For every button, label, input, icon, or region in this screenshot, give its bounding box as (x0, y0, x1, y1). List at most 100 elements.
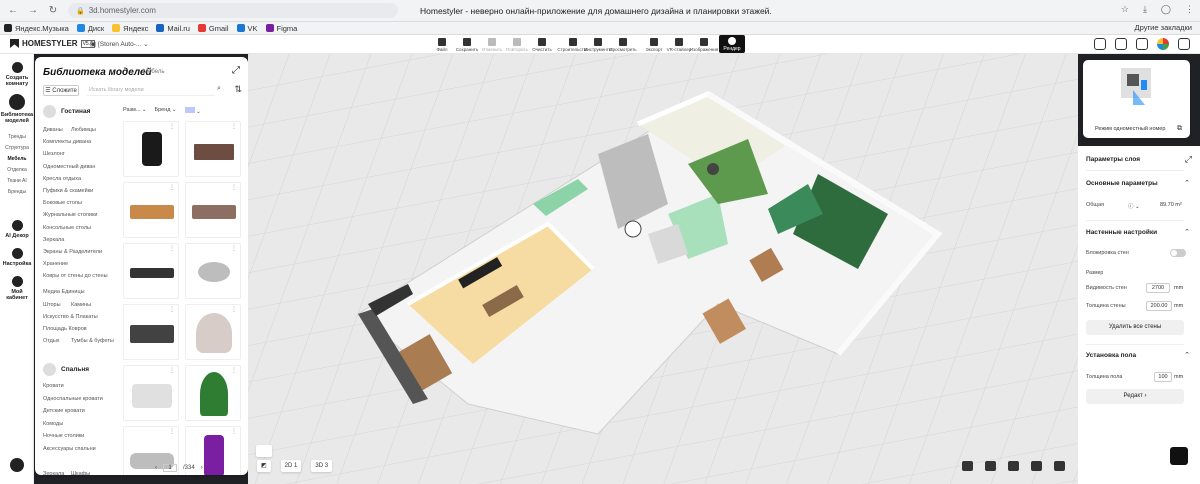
category-item[interactable]: Диваны (43, 127, 63, 133)
tool-5[interactable]: Строительство (557, 35, 589, 54)
tool-4[interactable]: Очистить (532, 35, 552, 54)
tool-2[interactable]: Отменить (482, 35, 502, 54)
bed-thumb[interactable]: ⋮ (123, 304, 179, 360)
rail-create-room[interactable]: Создать комнату (0, 62, 34, 87)
basic-params-header[interactable]: Основные параметры (1086, 180, 1158, 187)
category-item[interactable]: Площадь Ковров (43, 326, 87, 332)
url-input[interactable]: 🔒 3d.homestyler.com (68, 3, 398, 18)
category-item[interactable]: Боковые столы (43, 200, 82, 206)
round-table-thumb[interactable]: ⋮ (185, 304, 241, 360)
next-page-icon[interactable]: › (201, 465, 203, 471)
category-item[interactable]: Пуфики & скамейки (43, 188, 93, 194)
category-item[interactable]: Журнальные столики (43, 212, 97, 218)
filter-button[interactable]: ☰ Сложите (43, 85, 79, 96)
brand-filter[interactable]: Бренд ⌄ (155, 107, 177, 115)
rail-sub-item[interactable]: Мебель (0, 156, 34, 162)
category-item[interactable]: Односпальные кровати (43, 396, 103, 402)
fullscreen-icon[interactable] (1054, 461, 1065, 471)
category-item[interactable]: Комоды (43, 421, 63, 427)
rail-sub-item[interactable]: Структура (0, 145, 34, 151)
lock-view-icon[interactable] (962, 461, 973, 471)
bookmark-2[interactable]: Яндекс (112, 24, 148, 33)
render-button[interactable]: Рендер (719, 35, 745, 53)
group-bedroom[interactable]: Спальня (43, 363, 89, 376)
category-item[interactable]: Тумбы & буфеты (71, 338, 114, 344)
more-icon[interactable]: ⋮ (231, 306, 237, 313)
bookmark-1[interactable]: Диск (76, 24, 104, 33)
reload-icon[interactable]: ↻ (46, 4, 60, 18)
category-item[interactable]: Одноместный диван (43, 164, 95, 170)
christmas-tree-thumb[interactable]: ⋮ (185, 365, 241, 421)
category-item[interactable]: Камины (71, 302, 91, 308)
category-item[interactable]: Ночные столики (43, 433, 84, 439)
sort-icon[interactable]: ⇅ (234, 84, 242, 95)
minimap-toggle-icon[interactable]: ⧉ (1177, 125, 1182, 133)
more-icon[interactable]: ⋮ (169, 123, 175, 130)
more-icon[interactable]: ⋮ (231, 428, 237, 435)
more-icon[interactable]: ⋮ (169, 428, 175, 435)
dining-set-thumb[interactable]: ⋮ (123, 365, 179, 421)
category-item[interactable]: Детские кровати (43, 408, 85, 414)
bookmark-6[interactable]: Figma (265, 24, 297, 33)
menu-icon[interactable]: ⋮ (1185, 4, 1194, 15)
gallery-icon[interactable] (1094, 38, 1106, 50)
info-icon[interactable]: ⓘ ⌄ (1128, 202, 1140, 210)
help-icon[interactable] (10, 458, 24, 472)
planter-thumb[interactable]: ⋮ (185, 182, 241, 238)
minimap[interactable]: Режим одноместный номер ⧉ (1083, 60, 1190, 138)
search-icon[interactable]: ⌕ (217, 85, 221, 93)
category-item[interactable]: Шезлонг (43, 151, 65, 157)
camera-2-icon[interactable] (1008, 461, 1019, 471)
more-icon[interactable]: ⋮ (231, 123, 237, 130)
category-item[interactable]: Шкафы (71, 471, 90, 476)
chevron-up-icon[interactable]: ⌃ (1184, 179, 1190, 187)
rail-library[interactable]: Библиотека моделей (0, 94, 34, 124)
chat-icon[interactable] (1170, 447, 1188, 465)
rail-ai-decor[interactable]: AI Декор (0, 220, 34, 239)
more-icon[interactable]: ⋮ (231, 184, 237, 191)
other-bookmarks[interactable]: Другие закладки (1135, 23, 1192, 32)
bookmark-0[interactable]: Яндекс.Музыка (4, 24, 69, 33)
category-item[interactable]: Консольные столы (43, 225, 91, 231)
project-name[interactable]: ▣ [Storen Auto-... ⌄ (90, 40, 149, 48)
tool-3[interactable]: Повторить (506, 35, 528, 54)
prev-page-icon[interactable]: ‹ (155, 465, 157, 471)
more-icon[interactable]: ⋮ (169, 306, 175, 313)
tool-7[interactable]: Просмотреть (609, 35, 637, 54)
more-icon[interactable]: ⋮ (169, 367, 175, 374)
community-icon[interactable] (1115, 38, 1127, 50)
bookmark-5[interactable]: VK (236, 24, 258, 33)
category-item[interactable]: Кресла отдыха (43, 176, 81, 182)
floor-settings-header[interactable]: Установка пола (1086, 352, 1136, 359)
page-input[interactable]: 1 (163, 464, 177, 472)
expand-icon[interactable] (1178, 38, 1190, 50)
wall-lock-toggle[interactable] (1170, 249, 1186, 257)
wood-board-thumb[interactable]: ⋮ (123, 182, 179, 238)
3d-viewport[interactable] (248, 54, 1078, 484)
robot-vacuum-thumb[interactable]: ⋮ (185, 243, 241, 299)
view-mode-icon[interactable] (256, 445, 272, 457)
rail-settings[interactable]: Настройка (0, 248, 34, 267)
category-item[interactable]: Аксессуары спальни (43, 446, 96, 452)
category-item[interactable]: Кровати (43, 383, 64, 389)
tool-9[interactable]: VR-стайлер (667, 35, 691, 54)
category-item[interactable]: Медиа Единицы (43, 289, 85, 295)
boots-thumb[interactable]: ⋮ (123, 121, 179, 177)
category-item[interactable]: Ковры от стены до стены (43, 273, 108, 279)
more-icon[interactable]: ⋮ (169, 245, 175, 252)
chevron-up-icon[interactable]: ⌃ (1184, 228, 1190, 236)
floor-3d-toggle[interactable]: 3D 3 (311, 460, 333, 472)
more-icon[interactable]: ⋮ (231, 367, 237, 374)
edit-button[interactable]: Редакт › (1086, 389, 1184, 404)
more-icon[interactable]: ⋮ (231, 245, 237, 252)
tool-6[interactable]: Инструменты (584, 35, 612, 54)
props-expand-icon[interactable]: ⤢ (1185, 154, 1192, 165)
wall-settings-header[interactable]: Настенные настройки (1086, 229, 1157, 236)
color-filter[interactable]: ⌄ (184, 107, 201, 115)
delete-all-walls-button[interactable]: Удалить все стены (1086, 320, 1184, 335)
rail-sub-item[interactable]: Тренды (0, 134, 34, 140)
rail-sub-item[interactable]: Бренды (0, 189, 34, 195)
wall-height-input[interactable]: 2700 (1146, 283, 1170, 293)
rail-cabinet[interactable]: Мой кабинет (0, 276, 34, 301)
category-item[interactable]: Зеркала (43, 237, 64, 243)
